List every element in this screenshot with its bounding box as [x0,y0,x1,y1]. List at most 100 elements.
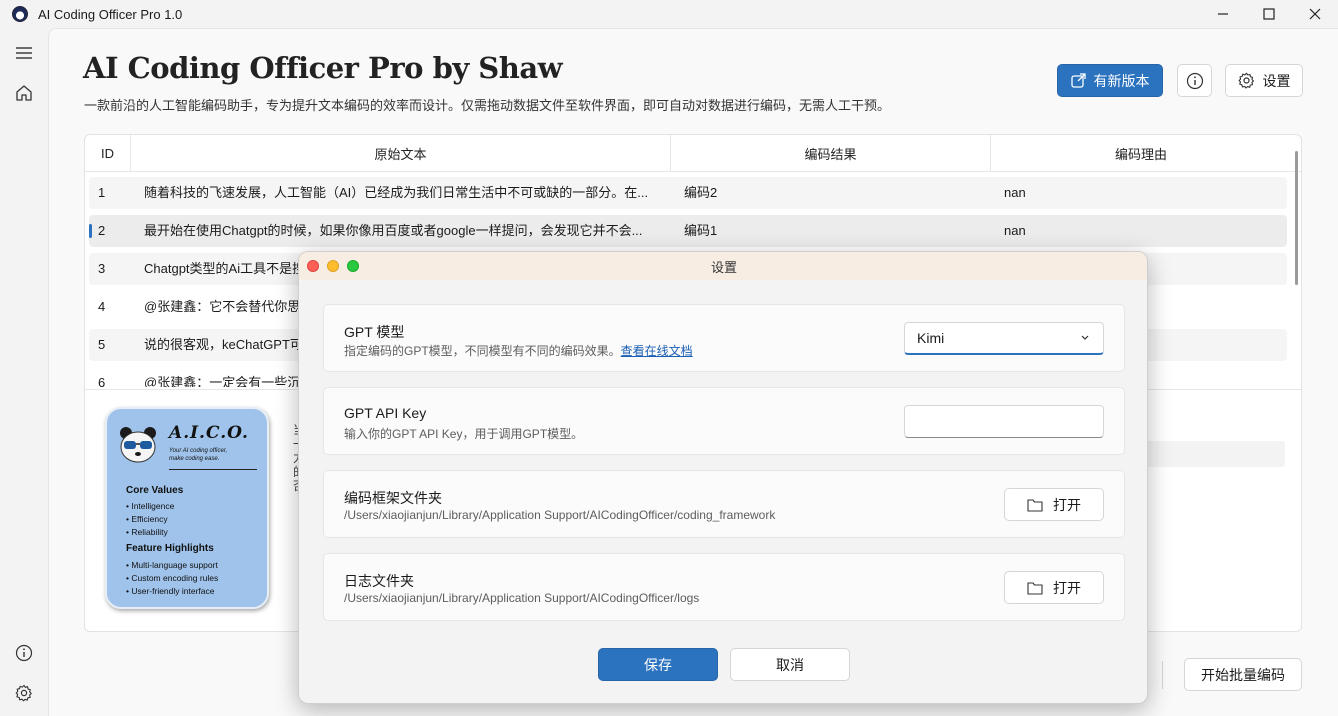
close-button[interactable] [1292,0,1338,28]
about-button[interactable] [8,637,40,669]
poster-divider [169,469,257,470]
window-title: AI Coding Officer Pro 1.0 [38,6,183,22]
settings-label: 设置 [1262,72,1291,89]
cell-text: 最开始在使用Chatgpt的时候，如果你像用百度或者google一样提问，会发现… [144,223,643,238]
cell-id: 4 [98,299,106,314]
poster-core-value-item: • Intelligence [126,501,175,511]
cell-id: 5 [98,337,106,352]
gpt-model-desc-text: 指定编码的GPT模型，不同模型有不同的编码效果。 [344,344,621,358]
poster-logo: A.I.C.O. [169,423,249,443]
setting-coding-framework-folder: 编码框架文件夹 /Users/xiaojianjun/Library/Appli… [323,470,1125,538]
settings-button[interactable]: 设置 [1225,64,1303,97]
table-row-selected[interactable]: 2 最开始在使用Chatgpt的时候，如果你像用百度或者google一样提问，会… [89,215,1287,247]
dialog-minimize-button[interactable] [327,260,339,272]
poster-core-value-item: • Efficiency [126,514,168,524]
external-link-icon [1070,73,1086,88]
api-key-description: 输入你的GPT API Key，用于调用GPT模型。 [344,427,584,441]
gear-icon [1238,72,1254,89]
table-row[interactable]: 1 随着科技的飞速发展，人工智能（AI）已经成为我们日常生活中不可或缺的一部分。… [89,177,1287,209]
gear-icon [15,684,32,702]
info-icon [15,644,33,662]
setting-logs-folder: 日志文件夹 /Users/xiaojianjun/Library/Applica… [323,553,1125,621]
sidebar-settings-button[interactable] [8,677,40,709]
cell-id: 2 [98,223,106,238]
new-version-button[interactable]: 有新版本 [1057,64,1163,97]
gpt-model-selected-value: Kimi [917,330,945,346]
cell-id: 1 [98,185,106,200]
open-logs-folder-button[interactable]: 打开 [1004,571,1104,604]
chevron-down-icon [1081,335,1089,340]
open-framework-folder-button[interactable]: 打开 [1004,488,1104,521]
close-icon [1309,8,1321,20]
menu-icon [16,47,32,59]
open-framework-folder-label: 打开 [1053,496,1081,513]
api-key-title: GPT API Key [344,405,427,421]
settings-dialog: 设置 GPT 模型 指定编码的GPT模型，不同模型有不同的编码效果。查看在线文档… [298,251,1148,704]
logs-folder-path: /Users/xiaojianjun/Library/Application S… [344,591,700,605]
cell-id: 3 [98,261,106,276]
cell-result: 编码2 [684,185,718,200]
poster-feature-text: Custom encoding rules [131,573,219,583]
cell-reason: nan [1004,223,1026,238]
column-header-coding-reason[interactable]: 编码理由 [991,135,1291,172]
cell-id: 6 [98,375,106,387]
new-version-label: 有新版本 [1093,72,1150,89]
info-button[interactable] [1177,64,1212,97]
poster-core-value-text: Intelligence [131,501,175,511]
poster-core-value-text: Reliability [131,527,168,537]
window-titlebar: AI Coding Officer Pro 1.0 [0,0,1338,28]
poster-feature-item: • Custom encoding rules [126,573,219,583]
poster-feature-text: Multi-language support [131,560,218,570]
column-header-id[interactable]: ID [85,135,131,172]
column-header-original-text[interactable]: 原始文本 [131,135,671,172]
table-header: ID 原始文本 编码结果 编码理由 [85,135,1301,172]
menu-button[interactable] [8,37,40,69]
gpt-model-select[interactable]: Kimi [904,322,1104,355]
page-title: AI Coding Officer Pro by Shaw [83,51,563,85]
poster-features-title: Feature Highlights [126,543,214,554]
setting-api-key: GPT API Key 输入你的GPT API Key，用于调用GPT模型。 [323,387,1125,455]
framework-folder-title: 编码框架文件夹 [344,490,442,506]
dialog-titlebar: 设置 [299,252,1147,280]
home-button[interactable] [8,77,40,109]
poster-feature-item: • Multi-language support [126,560,218,570]
logs-folder-title: 日志文件夹 [344,573,414,589]
selection-indicator [89,224,92,238]
poster-feature-item: • User-friendly interface [126,586,215,596]
home-icon [16,85,32,101]
save-button[interactable]: 保存 [598,648,718,681]
maximize-button[interactable] [1246,0,1292,28]
info-icon [1186,72,1203,89]
gpt-model-description: 指定编码的GPT模型，不同模型有不同的编码效果。查看在线文档 [344,342,693,359]
folder-icon [1027,581,1043,595]
aico-poster: A.I.C.O. Your AI coding officer, make co… [105,407,269,609]
gpt-model-title: GPT 模型 [344,324,405,340]
setting-gpt-model: GPT 模型 指定编码的GPT模型，不同模型有不同的编码效果。查看在线文档 Ki… [323,304,1125,372]
poster-core-value-item: • Reliability [126,527,168,537]
maximize-icon [1263,8,1275,20]
dialog-zoom-button[interactable] [347,260,359,272]
start-batch-coding-button[interactable]: 开始批量编码 [1184,658,1302,691]
poster-feature-text: User-friendly interface [131,586,215,596]
dialog-close-button[interactable] [307,260,319,272]
poster-tagline: Your AI coding officer, make coding ease… [169,447,227,463]
open-logs-folder-label: 打开 [1053,579,1081,596]
footer-divider [1162,661,1163,689]
online-docs-link[interactable]: 查看在线文档 [621,344,693,358]
cancel-button[interactable]: 取消 [730,648,850,681]
poster-tagline-line-1: Your AI coding officer, [169,448,228,454]
table-scrollbar[interactable] [1295,151,1298,285]
poster-core-values-title: Core Values [126,485,184,496]
folder-icon [1027,498,1043,512]
column-header-coding-result[interactable]: 编码结果 [671,135,991,172]
cell-text: 随着科技的飞速发展，人工智能（AI）已经成为我们日常生活中不可或缺的一部分。在.… [144,185,649,200]
api-key-input[interactable] [904,405,1104,438]
minimize-button[interactable] [1200,0,1246,28]
app-logo-icon [12,6,28,22]
sidebar [0,28,48,716]
page-description: 一款前沿的人工智能编码助手，专为提升文本编码的效率而设计。仅需拖动数据文件至软件… [84,98,891,113]
minimize-icon [1218,13,1228,15]
poster-core-value-text: Efficiency [131,514,168,524]
dialog-title: 设置 [710,259,737,275]
framework-folder-path: /Users/xiaojianjun/Library/Application S… [344,508,776,522]
